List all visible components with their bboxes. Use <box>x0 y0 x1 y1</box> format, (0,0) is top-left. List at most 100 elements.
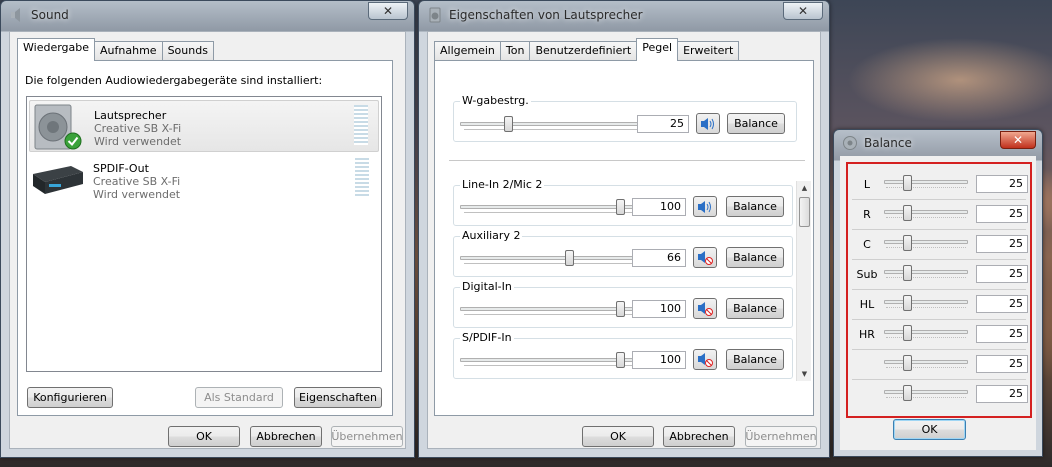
balance-slider-thumb[interactable] <box>903 175 912 191</box>
cancel-button[interactable]: Abbrechen <box>663 426 735 447</box>
channel-label: Line-In 2/Mic 2 <box>460 178 545 191</box>
speaker-icon <box>843 136 857 150</box>
balance-row: HL 25 <box>848 292 1030 318</box>
master-volume-value[interactable]: 25 <box>637 115 689 133</box>
balance-value[interactable]: 25 <box>976 355 1028 373</box>
balance-slider-thumb[interactable] <box>903 385 912 401</box>
apply-button[interactable]: Übernehmen <box>331 426 403 447</box>
balance-slider-track[interactable] <box>884 240 968 244</box>
balance-ok-button[interactable]: OK <box>893 419 966 440</box>
balance-row-separator <box>852 319 1026 320</box>
device-item-lautsprecher[interactable]: Lautsprecher Creative SB X-Fi Wird verwe… <box>29 100 379 152</box>
scroll-up-arrow-icon[interactable]: ▲ <box>797 181 812 195</box>
channel-balance-button[interactable]: Balance <box>726 298 784 319</box>
balance-value[interactable]: 25 <box>976 205 1028 223</box>
ok-button[interactable]: OK <box>168 426 240 447</box>
balance-row: R 25 <box>848 202 1030 228</box>
tab-wiedergabe[interactable]: Wiedergabe <box>17 38 96 61</box>
master-mute-button[interactable] <box>696 113 720 134</box>
tab-ton[interactable]: Ton <box>499 41 531 61</box>
device-name: Lautsprecher <box>94 109 167 122</box>
balance-slider-track[interactable] <box>884 360 968 364</box>
device-item-spdif-out[interactable]: SPDIF-Out Creative SB X-Fi Wird verwende… <box>29 154 379 206</box>
sound-client-area: Wiedergabe Aufnahme Sounds Die folgenden… <box>9 31 406 449</box>
channel-mute-button[interactable] <box>693 247 717 268</box>
channel-balance-button[interactable]: Balance <box>726 196 784 217</box>
balance-slider-thumb[interactable] <box>903 325 912 341</box>
balance-slider-ticks <box>886 217 966 220</box>
speaker-properties-window: Eigenschaften von Lautsprecher ✕ Allgeme… <box>418 0 830 458</box>
balance-slider-ticks <box>886 187 966 190</box>
balance-channel-label: Sub <box>856 268 878 281</box>
balance-value[interactable]: 25 <box>976 175 1028 193</box>
tab-benutzerdefiniert[interactable]: Benutzerdefiniert <box>529 41 638 61</box>
speaker-muted-icon <box>698 301 713 316</box>
channel-line-in-group: Line-In 2/Mic 2 100 Balance <box>453 178 793 226</box>
ok-button[interactable]: OK <box>582 426 654 447</box>
channel-slider-thumb[interactable] <box>616 301 625 317</box>
properties-close-button[interactable]: ✕ <box>783 2 823 20</box>
playback-device-list[interactable]: Lautsprecher Creative SB X-Fi Wird verwe… <box>26 96 382 372</box>
balance-slider-thumb[interactable] <box>903 265 912 281</box>
speaker-on-icon <box>698 200 711 213</box>
channel-slider-thumb[interactable] <box>616 352 625 368</box>
configure-button[interactable]: Konfigurieren <box>27 387 113 408</box>
scroll-down-arrow-icon[interactable]: ▼ <box>797 367 812 381</box>
balance-slider-ticks <box>886 307 966 310</box>
balance-slider-thumb[interactable] <box>903 355 912 371</box>
properties-window-title: Eigenschaften von Lautsprecher <box>449 8 643 22</box>
apply-button[interactable]: Übernehmen <box>745 426 817 447</box>
balance-slider-track[interactable] <box>884 210 968 214</box>
sound-titlebar[interactable]: Sound <box>1 1 414 29</box>
balance-slider-ticks <box>886 247 966 250</box>
balance-slider-track[interactable] <box>884 390 968 394</box>
properties-button[interactable]: Eigenschaften <box>294 387 382 408</box>
channel-slider-thumb[interactable] <box>616 199 625 215</box>
channel-value[interactable]: 66 <box>632 249 686 267</box>
sound-close-button[interactable]: ✕ <box>368 2 408 20</box>
playback-tab-panel: Die folgenden Audiowiedergabegeräte sind… <box>17 60 393 416</box>
balance-close-button[interactable]: ✕ <box>1000 131 1036 149</box>
sound-window: Sound ✕ Wiedergabe Aufnahme Sounds Die f… <box>0 0 415 458</box>
channel-mute-button[interactable] <box>693 349 717 370</box>
master-balance-button[interactable]: Balance <box>727 113 785 134</box>
balance-slider-track[interactable] <box>884 270 968 274</box>
balance-row: C 25 <box>848 232 1030 258</box>
balance-value[interactable]: 25 <box>976 295 1028 313</box>
balance-slider-track[interactable] <box>884 300 968 304</box>
playback-description: Die folgenden Audiowiedergabegeräte sind… <box>25 74 323 87</box>
balance-slider-track[interactable] <box>884 180 968 184</box>
master-volume-slider-thumb[interactable] <box>504 116 513 132</box>
cancel-button[interactable]: Abbrechen <box>250 426 322 447</box>
balance-slider-thumb[interactable] <box>903 235 912 251</box>
properties-titlebar[interactable]: Eigenschaften von Lautsprecher <box>419 1 829 29</box>
balance-channel-label: HL <box>859 298 875 311</box>
tab-pegel[interactable]: Pegel <box>636 38 679 61</box>
channel-value[interactable]: 100 <box>632 300 686 318</box>
channel-mute-button[interactable] <box>693 298 717 319</box>
balance-slider-thumb[interactable] <box>903 295 912 311</box>
scrollbar-thumb[interactable] <box>799 197 810 227</box>
channel-value[interactable]: 100 <box>632 198 686 216</box>
balance-value[interactable]: 25 <box>976 265 1028 283</box>
channel-auxiliary-group: Auxiliary 2 66 Balance <box>453 229 793 277</box>
tab-aufnahme[interactable]: Aufnahme <box>94 41 163 61</box>
channel-mute-button[interactable] <box>693 196 717 217</box>
channel-balance-button[interactable]: Balance <box>726 247 784 268</box>
balance-slider-track[interactable] <box>884 330 968 334</box>
balance-value[interactable]: 25 <box>976 235 1028 253</box>
tab-erweitert[interactable]: Erweitert <box>677 41 740 61</box>
balance-value[interactable]: 25 <box>976 385 1028 403</box>
channels-scrollbar[interactable]: ▲ ▼ <box>796 181 811 381</box>
tab-sounds[interactable]: Sounds <box>161 41 214 61</box>
device-level-meter <box>354 105 368 145</box>
balance-slider-thumb[interactable] <box>903 205 912 221</box>
device-detail: Creative SB X-Fi <box>93 175 181 188</box>
set-default-button[interactable]: Als Standard <box>195 387 283 408</box>
channel-slider-thumb[interactable] <box>565 250 574 266</box>
balance-row-separator <box>852 229 1026 230</box>
channel-balance-button[interactable]: Balance <box>726 349 784 370</box>
balance-value[interactable]: 25 <box>976 325 1028 343</box>
channel-value[interactable]: 100 <box>632 351 686 369</box>
tab-allgemein[interactable]: Allgemein <box>434 41 501 61</box>
